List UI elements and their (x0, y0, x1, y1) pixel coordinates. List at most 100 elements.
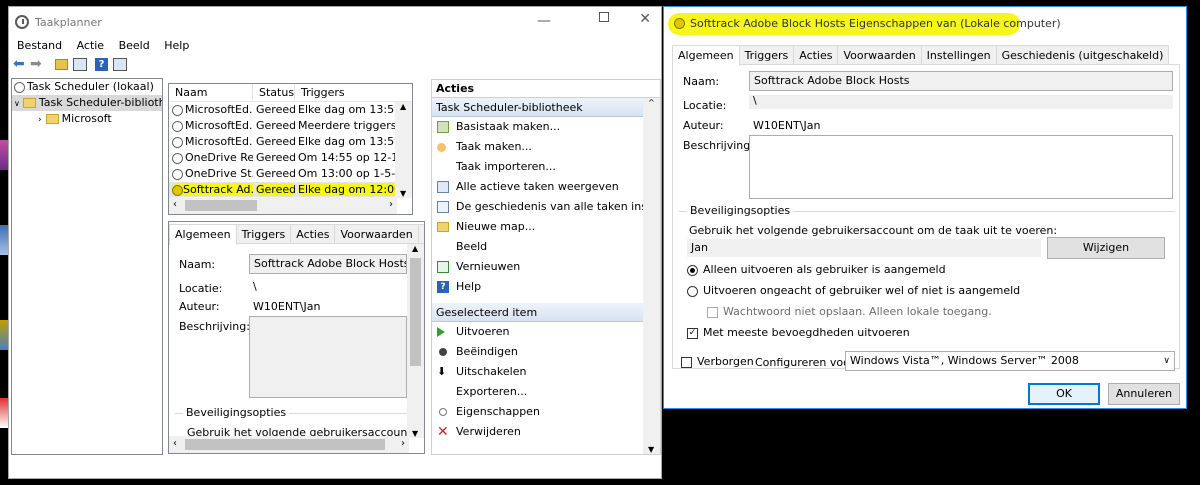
menu-actie[interactable]: Actie (77, 39, 105, 52)
table-row[interactable]: MicrosoftEd... Gereed Elke dag om 13:59 … (169, 134, 397, 150)
action-uitvoeren[interactable]: Uitvoeren (432, 322, 660, 342)
checkbox-disabled-icon[interactable] (707, 306, 718, 318)
checkbox-checked-icon[interactable]: ✓ (687, 327, 698, 339)
tab-voorwaarden[interactable]: Voorwaarden (837, 45, 922, 64)
action-eigenschappen[interactable]: Eigenschappen (432, 402, 660, 422)
help-toolbar-icon[interactable]: ? (95, 58, 108, 71)
task-list-vscroll[interactable]: ▲ ▼ (395, 102, 412, 198)
table-row[interactable]: MicrosoftEd... Gereed Meerdere triggers … (169, 118, 397, 134)
action-beeindigen[interactable]: Beëindigen (432, 342, 660, 362)
hscroll-thumb[interactable] (185, 439, 385, 450)
show-pane-icon[interactable] (73, 58, 87, 71)
change-user-button[interactable]: Wijzigen (1047, 237, 1165, 259)
task-list-hscroll[interactable]: ‹ › (169, 197, 397, 214)
name-label: Naam: (683, 75, 720, 88)
maximize-button[interactable] (599, 12, 609, 22)
action-nieuwe-map[interactable]: Nieuwe map... (432, 217, 660, 237)
radio-unselected-icon[interactable] (687, 285, 698, 297)
description-box[interactable] (749, 135, 1173, 199)
show-actions-pane-icon[interactable] (113, 58, 127, 71)
table-row[interactable]: OneDrive St... Gereed Om 13:00 op 1-5-19… (169, 166, 397, 182)
action-uitschakelen[interactable]: ⬇ Uitschakelen (432, 362, 660, 382)
radio-regardless[interactable]: Uitvoeren ongeacht of gebruiker wel of n… (687, 284, 1020, 297)
action-verwijderen[interactable]: ✕ Verwijderen (432, 422, 660, 442)
column-header-status[interactable]: Status (253, 84, 295, 101)
action-exporteren[interactable]: Exporteren... (432, 382, 660, 402)
tree-item-root[interactable]: Task Scheduler (lokaal) (12, 79, 162, 95)
actions-section-selected[interactable]: Geselecteerd item ▲ (432, 303, 660, 322)
hscroll-thumb[interactable] (185, 200, 257, 211)
detail-vscroll[interactable]: ▲ ▼ (407, 244, 424, 438)
tab-acties[interactable]: Acties (290, 224, 336, 243)
action-vernieuwen[interactable]: Vernieuwen (432, 257, 660, 277)
forward-arrow-icon[interactable]: ➡ (30, 56, 42, 72)
toolbar: ⬅ ➡ ? (13, 56, 153, 74)
configure-dropdown[interactable]: Windows Vista™, Windows Server™ 2008 ∨ (845, 351, 1175, 371)
scroll-down-icon[interactable]: ▼ (648, 445, 654, 454)
table-row-selected[interactable]: Softtrack Ad... Gereed Elke dag om 12:00 (169, 182, 397, 198)
scroll-up-icon[interactable]: ▲ (412, 244, 418, 253)
menu-bestand[interactable]: Bestand (17, 39, 62, 52)
tab-instellingen[interactable]: In (417, 224, 424, 243)
folder-up-icon[interactable] (55, 59, 68, 70)
tab-instellingen[interactable]: Instellingen (920, 45, 997, 64)
radio-only-logged-on[interactable]: Alleen uitvoeren als gebruiker is aangem… (687, 263, 946, 276)
ok-button[interactable]: OK (1028, 383, 1100, 405)
detail-description-box[interactable] (249, 316, 407, 398)
tab-voorwaarden[interactable]: Voorwaarden (334, 224, 419, 243)
tab-triggers[interactable]: Triggers (235, 224, 292, 243)
action-basistaak-maken[interactable]: Basistaak maken... (432, 117, 660, 137)
scroll-right-icon[interactable]: › (401, 438, 405, 449)
column-header-naam[interactable]: Naam (169, 84, 253, 101)
tree-item-library[interactable]: ∨Task Scheduler-bibliotheek (12, 95, 162, 111)
detail-name-field[interactable]: Softtrack Adobe Block Hosts (249, 254, 407, 274)
tab-algemeen[interactable]: Algemeen (672, 45, 740, 66)
scroll-left-icon[interactable]: ‹ (173, 199, 177, 210)
checkbox-hidden[interactable]: Verborgen (681, 355, 754, 368)
tab-triggers[interactable]: Triggers (738, 45, 795, 64)
radio-selected-icon[interactable] (687, 264, 698, 276)
table-row[interactable]: MicrosoftEd... Gereed Elke dag om 13:59 … (169, 102, 397, 118)
detail-hscroll[interactable]: ‹ › (169, 436, 409, 453)
back-arrow-icon[interactable]: ⬅ (13, 56, 25, 72)
close-button[interactable]: ✕ (639, 11, 651, 27)
action-actieve-taken[interactable]: Alle actieve taken weergeven (432, 177, 660, 197)
column-header-triggers[interactable]: Triggers (295, 84, 410, 101)
scroll-down-icon[interactable]: ▼ (412, 429, 418, 438)
scroll-up-icon[interactable]: ^ (648, 98, 655, 107)
action-beeld[interactable]: Beeld▶ (432, 237, 660, 257)
tree-item-microsoft[interactable]: › Microsoft (12, 111, 162, 127)
cancel-button[interactable]: Annuleren (1108, 383, 1180, 405)
task-scheduler-window: Taakplanner — ✕ Bestand Actie Beeld Help… (8, 6, 662, 479)
menu-help[interactable]: Help (164, 39, 189, 52)
checkbox-highest-privileges[interactable]: ✓ Met meeste bevoegdheden uitvoeren (687, 326, 910, 339)
action-geschiedenis[interactable]: De geschiedenis van alle taken insch... (432, 197, 660, 217)
checkbox-unchecked-icon[interactable] (681, 356, 692, 368)
help-icon: ? (437, 281, 449, 293)
author-label: Auteur: (683, 119, 724, 132)
scroll-up-icon[interactable]: ▲ (400, 102, 406, 111)
checkbox-no-password[interactable]: Wachtwoord niet opslaan. Alleen lokale t… (707, 305, 992, 318)
chevron-right-icon[interactable]: › (38, 115, 42, 125)
dialog-title-icon (674, 18, 685, 29)
actions-title: Acties (432, 80, 660, 98)
vscroll-thumb[interactable] (410, 258, 421, 366)
name-field[interactable]: Softtrack Adobe Block Hosts (749, 71, 1173, 91)
table-row[interactable]: OneDrive Re... Gereed Om 14:55 op 12-12-… (169, 150, 397, 166)
tab-geschiedenis[interactable]: Geschiedenis (uitgeschakeld) (995, 45, 1170, 64)
actions-section-library[interactable]: Task Scheduler-bibliotheek ▲ (432, 98, 660, 117)
refresh-icon (437, 261, 449, 273)
actions-vscroll[interactable]: ^ ▼ (643, 98, 660, 454)
tab-acties[interactable]: Acties (793, 45, 839, 64)
action-taak-maken[interactable]: Taak maken... (432, 137, 660, 157)
menu-beeld[interactable]: Beeld (119, 39, 150, 52)
tab-algemeen[interactable]: Algemeen (169, 224, 237, 245)
chevron-down-icon[interactable]: ∨ (14, 99, 20, 108)
scroll-right-icon[interactable]: › (389, 199, 393, 210)
chevron-down-icon[interactable]: ∨ (1163, 352, 1170, 370)
action-taak-importeren[interactable]: Taak importeren... (432, 157, 660, 177)
action-help[interactable]: ? Help (432, 277, 660, 297)
scroll-down-icon[interactable]: ▼ (400, 189, 406, 198)
scroll-left-icon[interactable]: ‹ (173, 438, 177, 449)
minimize-button[interactable]: — (537, 13, 551, 29)
